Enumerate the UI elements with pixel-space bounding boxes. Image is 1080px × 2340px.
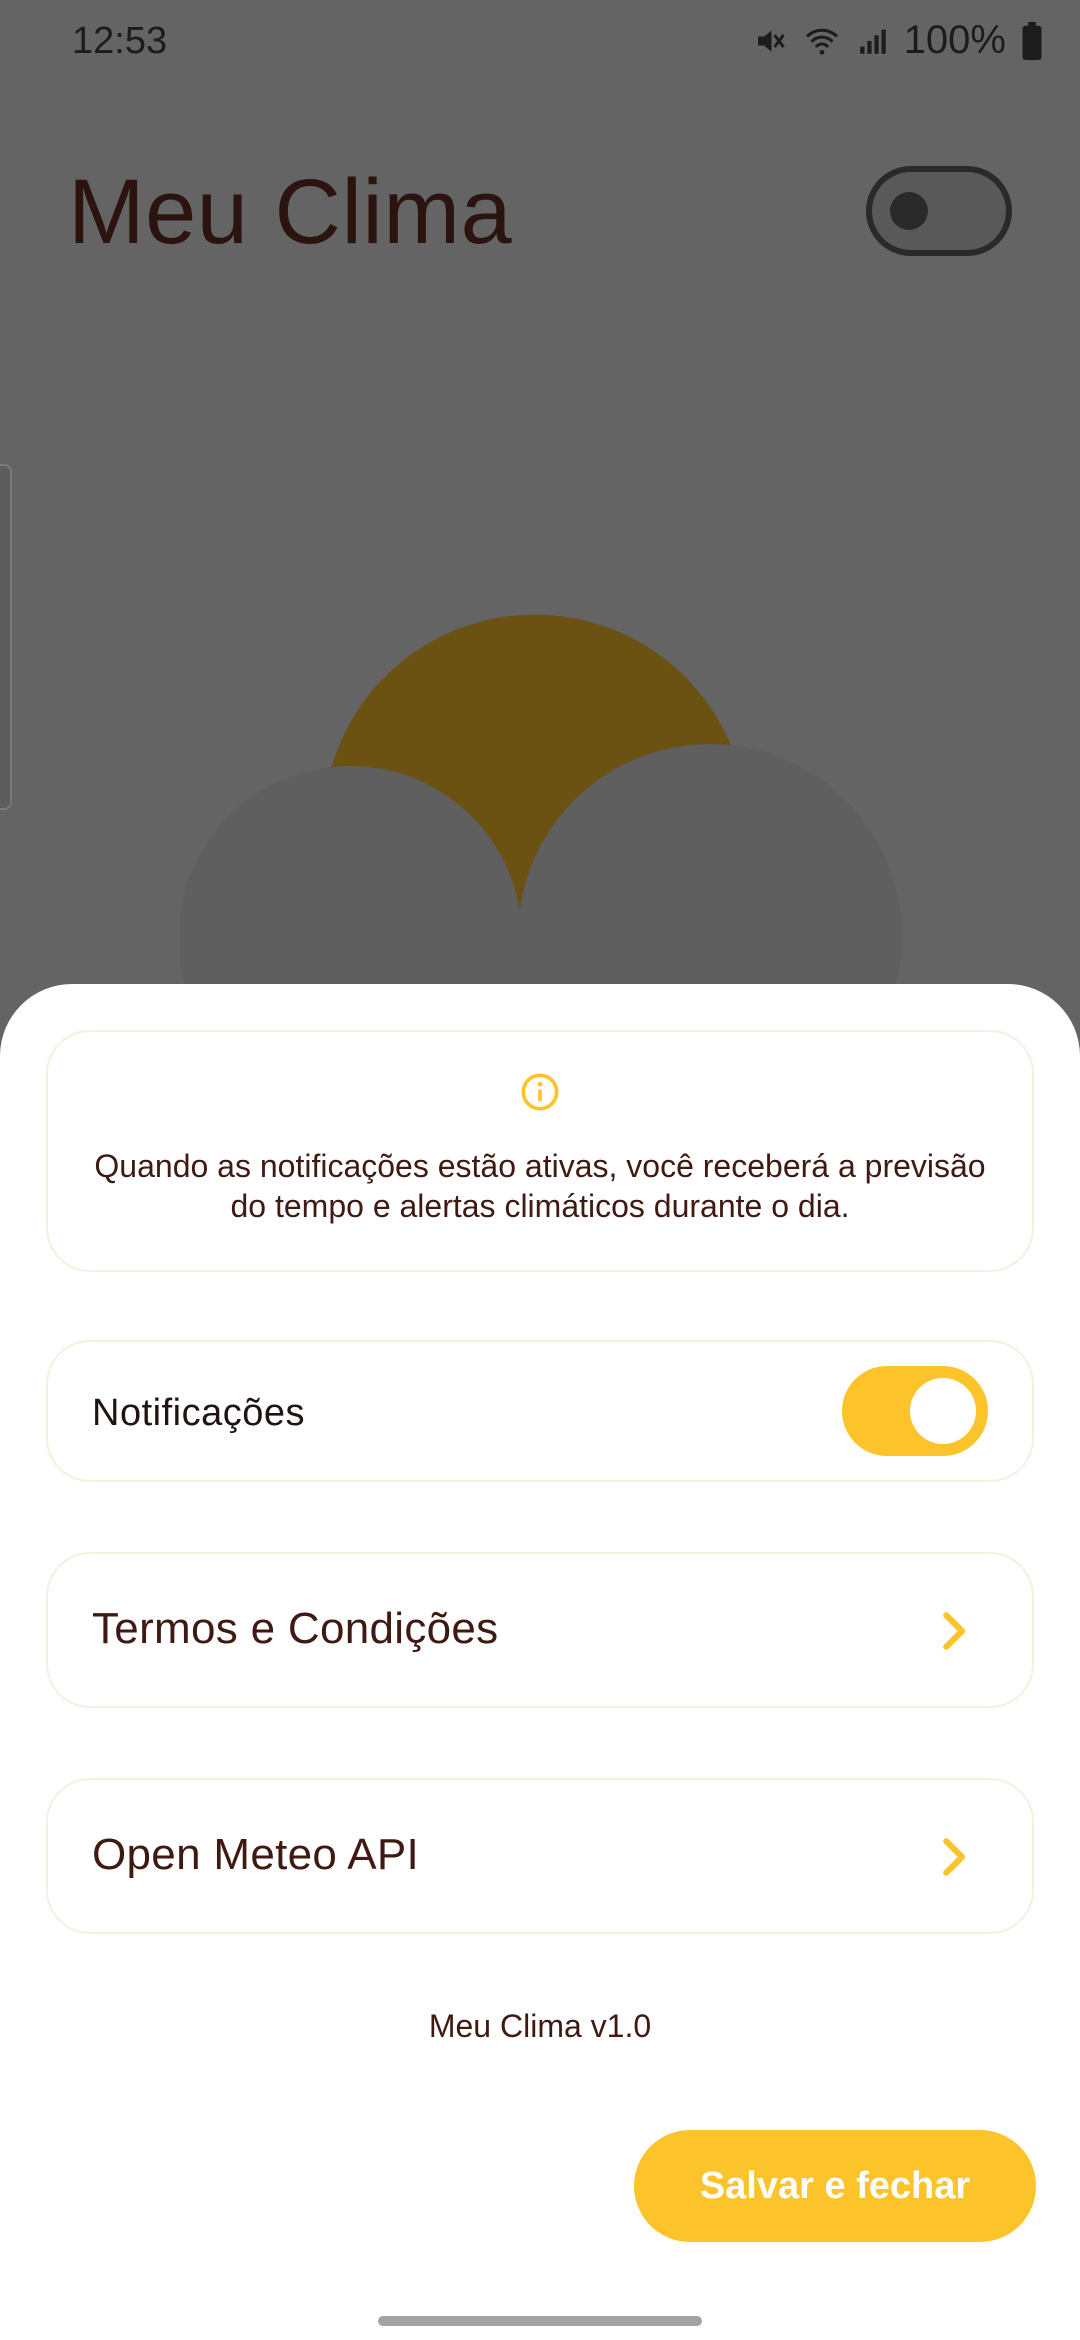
battery-percent: 100% — [903, 18, 1006, 62]
terms-label: Termos e Condições — [92, 1604, 499, 1653]
battery-icon — [1022, 21, 1042, 60]
wifi-icon — [805, 28, 838, 55]
app-version: Meu Clima v1.0 — [428, 2008, 652, 2044]
info-text: Quando as notificações estão ativas, voc… — [94, 1148, 986, 1224]
app-title: Meu Clima — [68, 161, 513, 263]
status-time: 12:53 — [72, 20, 168, 62]
signal-icon — [859, 29, 886, 54]
switch-knob — [910, 1378, 976, 1444]
info-card: Quando as notificações estão ativas, voc… — [46, 1030, 1034, 1272]
status-bar: 12:53 100% — [0, 0, 1080, 86]
terms-link[interactable]: Termos e Condições — [46, 1552, 1034, 1708]
theme-toggle[interactable] — [866, 166, 1012, 256]
open-meteo-api-link[interactable]: Open Meteo API — [46, 1778, 1034, 1934]
info-icon — [521, 1073, 559, 1111]
save-and-close-button[interactable]: Salvar e fechar — [634, 2130, 1036, 2242]
mute-icon — [757, 30, 785, 51]
chevron-right-icon — [943, 1838, 966, 1876]
theme-toggle-knob — [890, 192, 928, 230]
notifications-switch[interactable] — [842, 1366, 988, 1456]
gesture-navigation-bar[interactable] — [378, 2316, 702, 2326]
open-meteo-label: Open Meteo API — [92, 1830, 420, 1879]
chevron-right-icon — [943, 1612, 966, 1650]
partly-cloudy-icon — [180, 614, 902, 996]
settings-sheet: Quando as notificações estão ativas, voc… — [0, 984, 1080, 2340]
notifications-label: Notificações — [92, 1392, 305, 1434]
notifications-row: Notificações — [46, 1340, 1034, 1482]
status-icons: 100% — [752, 18, 1044, 63]
edge-panel-handle[interactable] — [0, 464, 12, 810]
